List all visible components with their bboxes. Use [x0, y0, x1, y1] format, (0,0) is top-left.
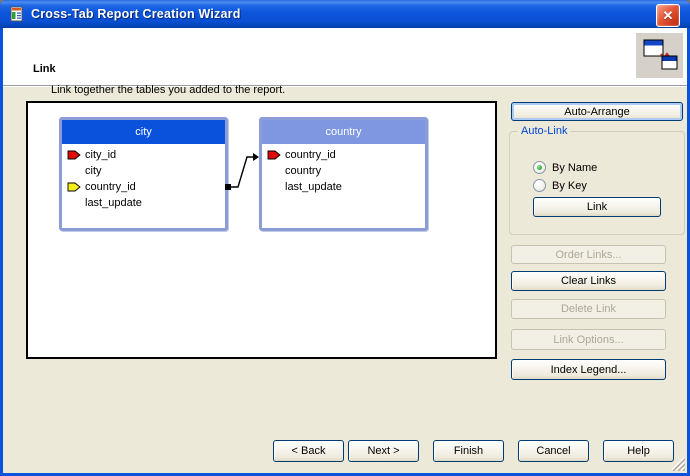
field-name: city [85, 165, 102, 177]
radio-by-key[interactable]: By Key [533, 179, 587, 192]
table-city[interactable]: city city_id city country_id last_update [59, 117, 228, 231]
table-country-header[interactable]: country [262, 120, 425, 144]
radio-button-icon[interactable] [533, 179, 546, 192]
resize-grip[interactable] [667, 453, 685, 471]
field-row[interactable]: city_id [62, 147, 225, 163]
field-row[interactable]: country_id [62, 179, 225, 195]
field-name: country_id [285, 149, 336, 161]
close-icon: ✕ [663, 9, 674, 22]
field-name: last_update [285, 181, 342, 193]
page-title: Link [33, 63, 56, 75]
field-name: last_update [85, 197, 142, 209]
field-row[interactable]: last_update [262, 179, 425, 195]
order-links-button[interactable]: Order Links... [511, 245, 666, 264]
radio-by-name[interactable]: By Name [533, 161, 597, 174]
clear-links-button[interactable]: Clear Links [511, 271, 666, 291]
back-button[interactable]: < Back [273, 440, 344, 462]
close-button[interactable]: ✕ [656, 4, 680, 27]
wizard-report-icon [9, 6, 25, 22]
field-row[interactable]: country_id [262, 147, 425, 163]
delete-link-button[interactable]: Delete Link [511, 299, 666, 319]
field-name: country_id [85, 181, 136, 193]
field-name: country [285, 165, 321, 177]
index-legend-button[interactable]: Index Legend... [511, 359, 666, 380]
cancel-button[interactable]: Cancel [518, 440, 589, 462]
wizard-header: Link Link together the tables you added … [3, 28, 687, 86]
auto-link-group-label: Auto-Link [518, 125, 570, 137]
table-country[interactable]: country country_id country last_update [259, 117, 428, 231]
primary-key-icon [267, 150, 281, 160]
auto-arrange-button[interactable]: Auto-Arrange [511, 102, 683, 121]
foreign-key-icon [67, 182, 81, 192]
table-city-header[interactable]: city [62, 120, 225, 144]
auto-link-group: Auto-Link By Name By Key [509, 131, 685, 235]
field-name: city_id [85, 149, 116, 161]
titlebar[interactable]: Cross-Tab Report Creation Wizard ✕ [0, 0, 690, 28]
window-title: Cross-Tab Report Creation Wizard [31, 0, 241, 28]
finish-button[interactable]: Finish [433, 440, 504, 462]
radio-button-icon[interactable] [533, 161, 546, 174]
field-row[interactable]: country [262, 163, 425, 179]
link-tables-icon [636, 33, 683, 78]
link-options-button[interactable]: Link Options... [511, 329, 666, 350]
field-row[interactable]: last_update [62, 195, 225, 211]
radio-by-name-label: By Name [552, 162, 597, 174]
next-button[interactable]: Next > [348, 440, 419, 462]
page-description: Link together the tables you added to th… [51, 84, 285, 96]
field-row[interactable]: city [62, 163, 225, 179]
link-canvas[interactable]: city city_id city country_id last_update [26, 101, 497, 359]
primary-key-icon [67, 150, 81, 160]
help-button[interactable]: Help [603, 440, 674, 462]
radio-by-key-label: By Key [552, 180, 587, 192]
wizard-window: Cross-Tab Report Creation Wizard ✕ Link … [0, 0, 690, 476]
link-button[interactable]: Link [533, 197, 661, 217]
